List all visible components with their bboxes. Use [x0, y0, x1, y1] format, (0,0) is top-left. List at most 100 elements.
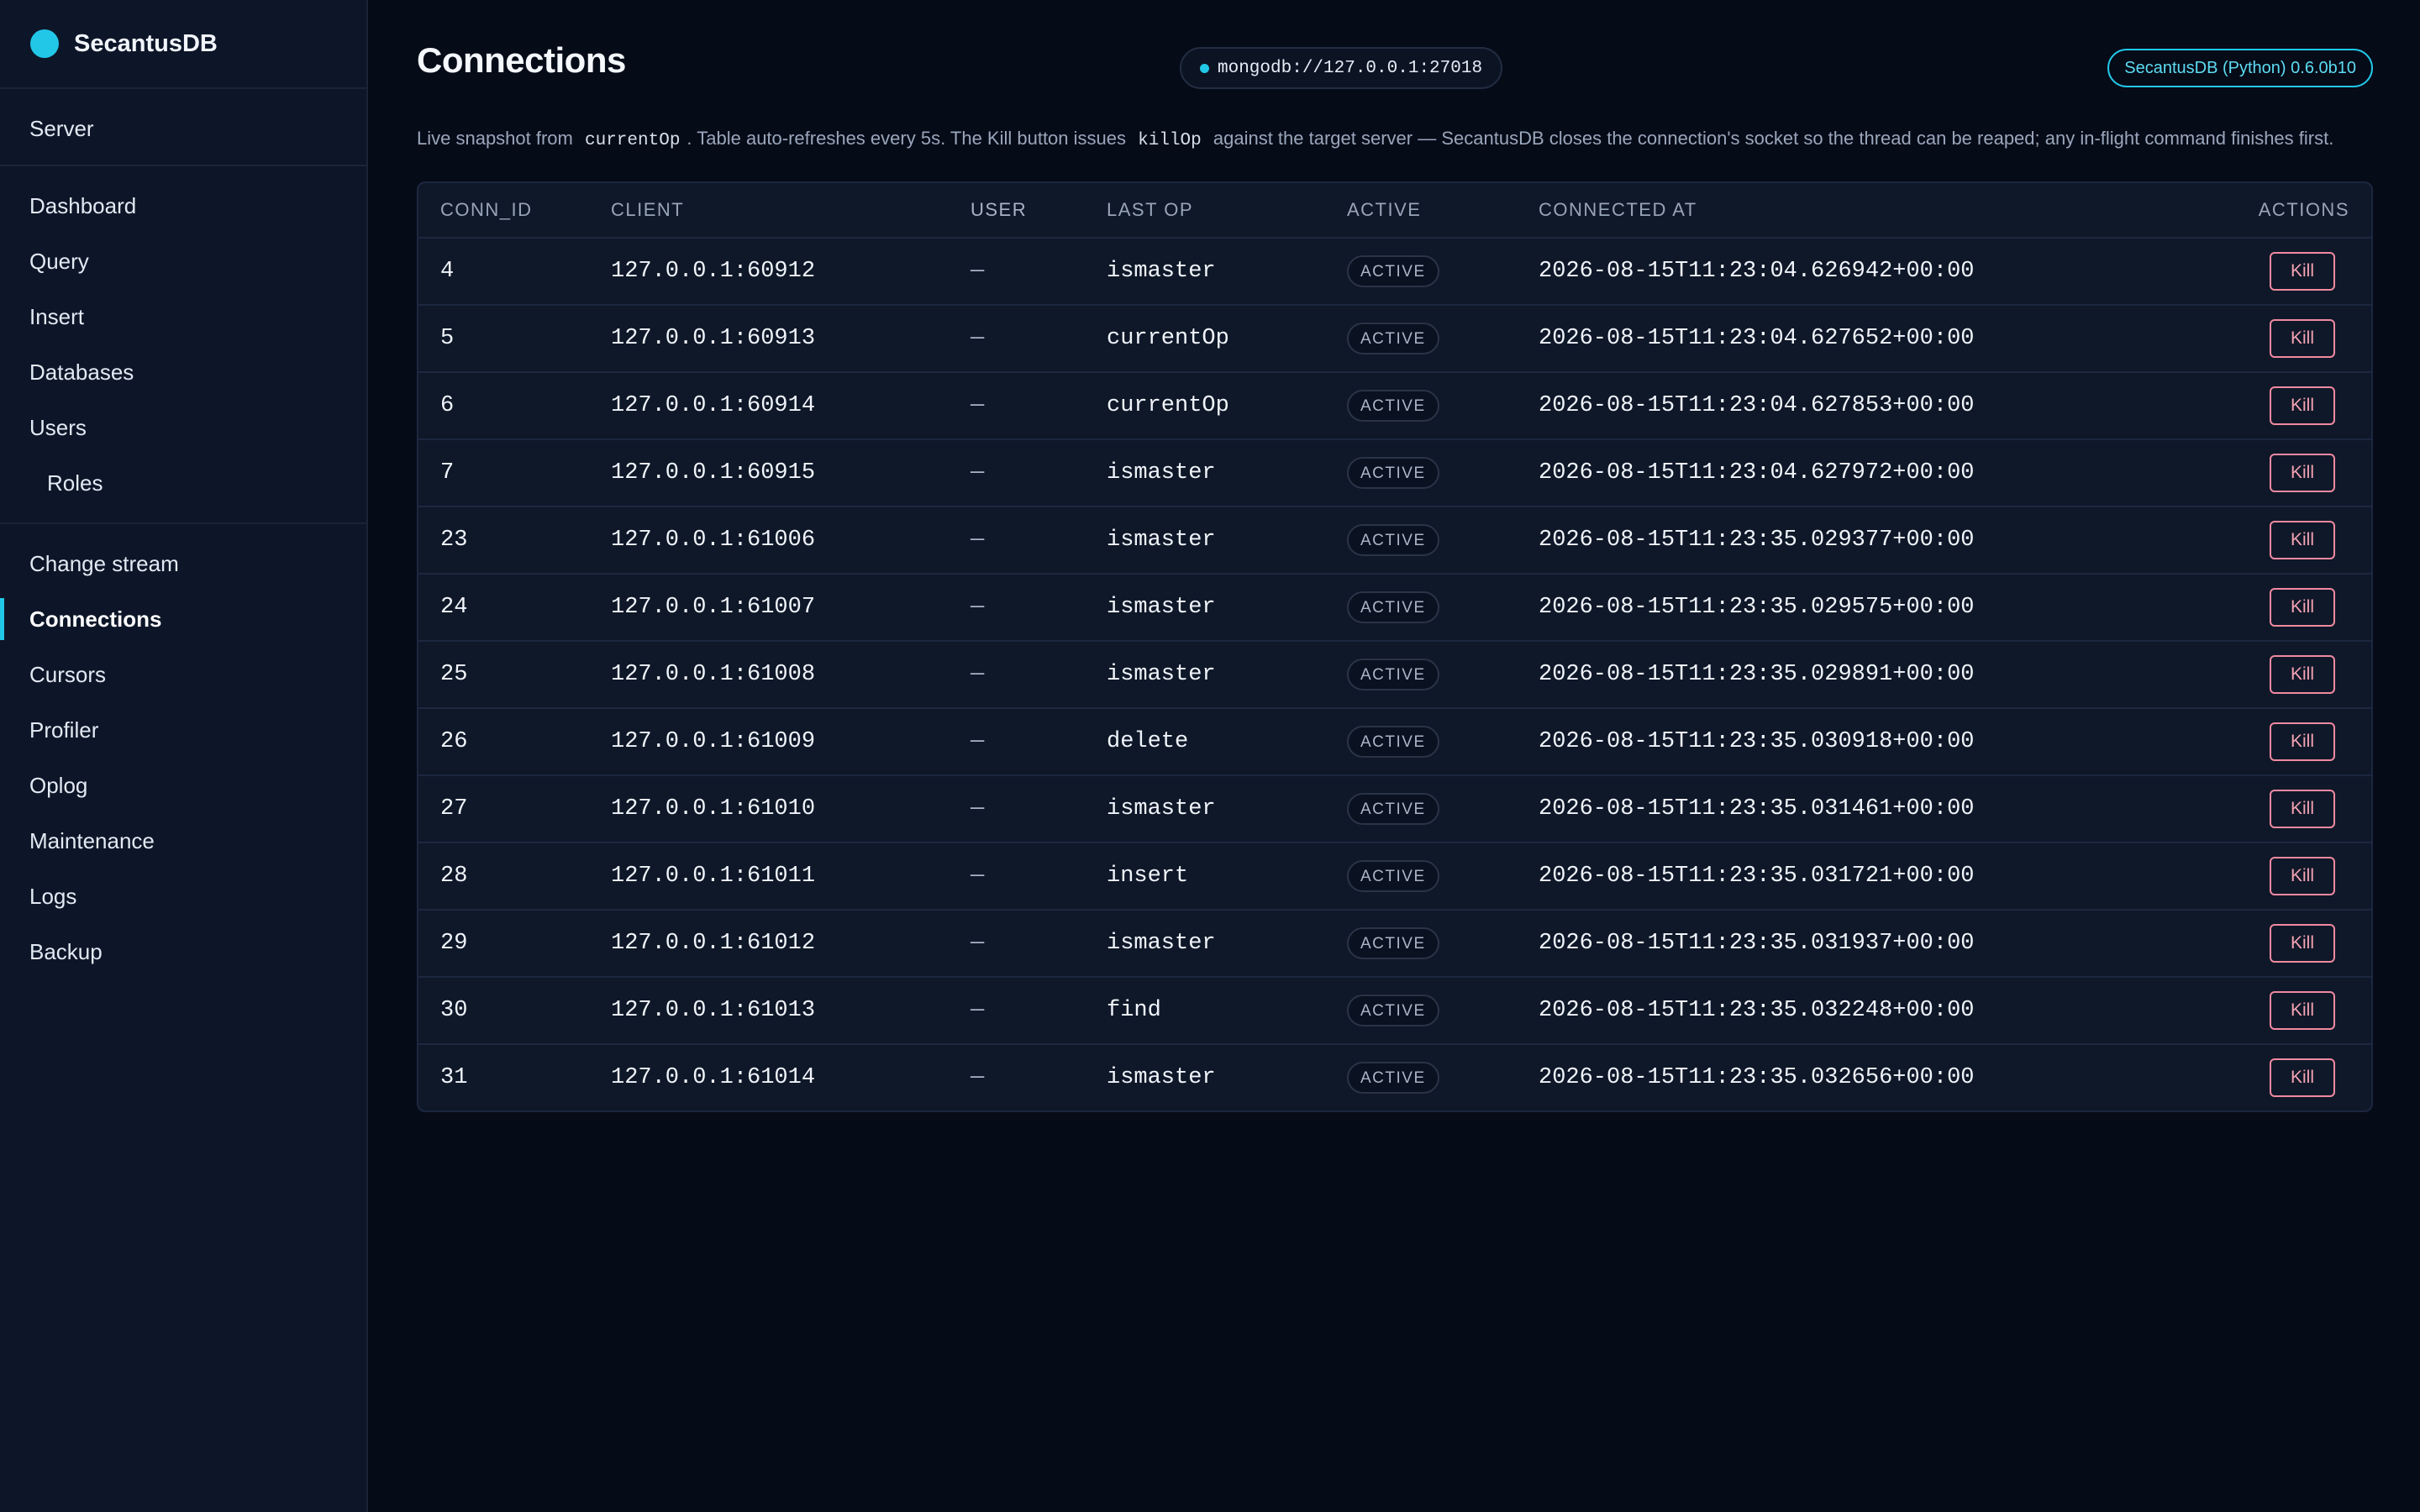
cell-client: 127.0.0.1:60914	[611, 372, 971, 440]
status-badge: ACTIVE	[1347, 927, 1439, 959]
cell-client: 127.0.0.1:60912	[611, 238, 971, 306]
column-header-conn-id[interactable]: CONN_ID	[418, 183, 611, 239]
cell-last-op: ismaster	[1107, 641, 1347, 709]
cell-active: ACTIVE	[1347, 708, 1539, 776]
kill-button[interactable]: Kill	[2270, 252, 2335, 291]
description-code-currentop: currentOp	[585, 131, 681, 150]
cell-user: —	[971, 641, 1107, 709]
cell-actions: Kill	[2240, 574, 2371, 642]
cell-client: 127.0.0.1:61007	[611, 574, 971, 642]
cell-last-op: ismaster	[1107, 439, 1347, 507]
kill-button[interactable]: Kill	[2270, 924, 2335, 963]
cell-active: ACTIVE	[1347, 775, 1539, 843]
sidebar-item-roles[interactable]: Roles	[0, 455, 366, 511]
cell-active: ACTIVE	[1347, 372, 1539, 440]
sidebar-item-server[interactable]: Server	[0, 101, 366, 156]
description-text: . Table auto-refreshes every 5s. The Kil…	[687, 128, 1126, 149]
cell-client: 127.0.0.1:61008	[611, 641, 971, 709]
sidebar-item-insert[interactable]: Insert	[0, 289, 366, 344]
sidebar-item-dashboard[interactable]: Dashboard	[0, 178, 366, 234]
cell-connected-at: 2026-08-15T11:23:35.031461+00:00	[1539, 775, 2240, 843]
cell-actions: Kill	[2240, 507, 2371, 575]
sidebar-item-backup[interactable]: Backup	[0, 924, 366, 979]
cell-user: —	[971, 372, 1107, 440]
table-row: 26 127.0.0.1:61009— delete ACTIVE 2026-08-15…	[418, 708, 2371, 776]
kill-button[interactable]: Kill	[2270, 521, 2335, 559]
sidebar-item-connections[interactable]: Connections	[0, 591, 366, 647]
table-row: 5 127.0.0.1:60913— currentOp ACTIVE 2026-08-…	[418, 305, 2371, 373]
column-header-user[interactable]: USER	[971, 183, 1107, 239]
cell-conn-id: 4	[418, 238, 611, 306]
sidebar: SecantusDB Server Dashboard Query Insert…	[0, 0, 368, 1512]
table-row: 23 127.0.0.1:61006— ismaster ACTIVE 2026-08-…	[418, 507, 2371, 575]
cell-client: 127.0.0.1:60915	[611, 439, 971, 507]
cell-conn-id: 26	[418, 708, 611, 776]
cell-user: —	[971, 1065, 985, 1090]
sidebar-item-databases[interactable]: Databases	[0, 344, 366, 400]
cell-active: ACTIVE	[1347, 910, 1539, 978]
kill-button[interactable]: Kill	[2270, 655, 2335, 694]
cell-last-op: ismaster	[1107, 507, 1347, 575]
sidebar-item-logs[interactable]: Logs	[0, 869, 366, 924]
nav-section-server: Server	[0, 89, 366, 166]
cell-conn-id: 27	[418, 775, 611, 843]
cell-conn-id: 28	[418, 843, 611, 911]
cell-connected-at: 2026-08-15T11:23:35.029377+00:00	[1539, 507, 2240, 575]
cell-client: 127.0.0.1:61009	[611, 708, 971, 776]
cell-client: 127.0.0.1:61010	[611, 775, 971, 843]
sidebar-item-oplog[interactable]: Oplog	[0, 758, 366, 813]
cell-conn-id: 31	[440, 1065, 468, 1090]
sidebar-item-cursors[interactable]: Cursors	[0, 647, 366, 702]
kill-button[interactable]: Kill	[2270, 857, 2335, 895]
cell-connected-at: 2026-08-15T11:23:35.029575+00:00	[1539, 574, 2240, 642]
sidebar-item-maintenance[interactable]: Maintenance	[0, 813, 366, 869]
status-badge: ACTIVE	[1347, 524, 1439, 556]
table-row: 25 127.0.0.1:61008— ismaster ACTIVE 2026-08-…	[418, 641, 2371, 709]
status-badge: ACTIVE	[1347, 726, 1439, 758]
column-header-last-op[interactable]: LAST OP	[1107, 183, 1347, 239]
kill-button[interactable]: Kill	[2270, 991, 2335, 1030]
cell-actions: Kill	[2240, 708, 2371, 776]
status-badge: ACTIVE	[1347, 1062, 1439, 1094]
sidebar-item-users[interactable]: Users	[0, 400, 366, 455]
kill-button[interactable]: Kill	[2270, 790, 2335, 828]
sidebar-item-profiler[interactable]: Profiler	[0, 702, 366, 758]
kill-button[interactable]: Kill	[2270, 454, 2335, 492]
cell-actions: Kill	[2240, 977, 2371, 1045]
cell-actions: Kill	[2240, 775, 2371, 843]
cell-conn-id: 6	[418, 372, 611, 440]
cell-user: —	[971, 305, 1107, 373]
cell-last-op: ismaster	[1107, 910, 1347, 978]
nav-section-tools: Change stream Connections Cursors Profil…	[0, 524, 366, 991]
version-badge: SecantusDB (Python) 0.6.0b10	[2107, 49, 2373, 87]
kill-button[interactable]: Kill	[2270, 319, 2335, 358]
column-header-active[interactable]: ACTIVE	[1347, 183, 1539, 239]
connection-indicator[interactable]: mongodb://127.0.0.1:27018	[1180, 47, 1503, 89]
kill-button[interactable]: Kill	[2270, 722, 2335, 761]
kill-button[interactable]: Kill	[2270, 1058, 2335, 1097]
cell-connected-at: 2026-08-15T11:23:04.626942+00:00	[1539, 238, 2240, 306]
cell-active: ACTIVE	[1347, 641, 1539, 709]
cell-last-op: insert	[1107, 843, 1347, 911]
sidebar-item-query[interactable]: Query	[0, 234, 366, 289]
cell-last-op: ismaster	[1107, 775, 1347, 843]
cell-user: —	[971, 708, 1107, 776]
status-badge: ACTIVE	[1347, 793, 1439, 825]
cell-user: —	[971, 238, 1107, 306]
description-code-killop: killOp	[1138, 131, 1202, 150]
kill-button[interactable]: Kill	[2270, 588, 2335, 627]
cell-client: 127.0.0.1:61013	[611, 977, 971, 1045]
status-badge: ACTIVE	[1347, 255, 1439, 287]
status-badge: ACTIVE	[1347, 659, 1439, 690]
cell-actions: Kill	[2240, 1044, 2371, 1110]
brand[interactable]: SecantusDB	[0, 0, 366, 89]
cell-active: ACTIVE	[1347, 1044, 1539, 1110]
cell-actions: Kill	[2240, 910, 2371, 978]
cell-client: 127.0.0.1:61012	[611, 910, 971, 978]
kill-button[interactable]: Kill	[2270, 386, 2335, 425]
sidebar-item-change-stream[interactable]: Change stream	[0, 536, 366, 591]
status-badge: ACTIVE	[1347, 995, 1439, 1026]
column-header-connected-at[interactable]: CONNECTED AT	[1539, 183, 2240, 239]
description-text: Live snapshot from	[417, 128, 573, 149]
column-header-client[interactable]: CLIENT	[611, 183, 971, 239]
